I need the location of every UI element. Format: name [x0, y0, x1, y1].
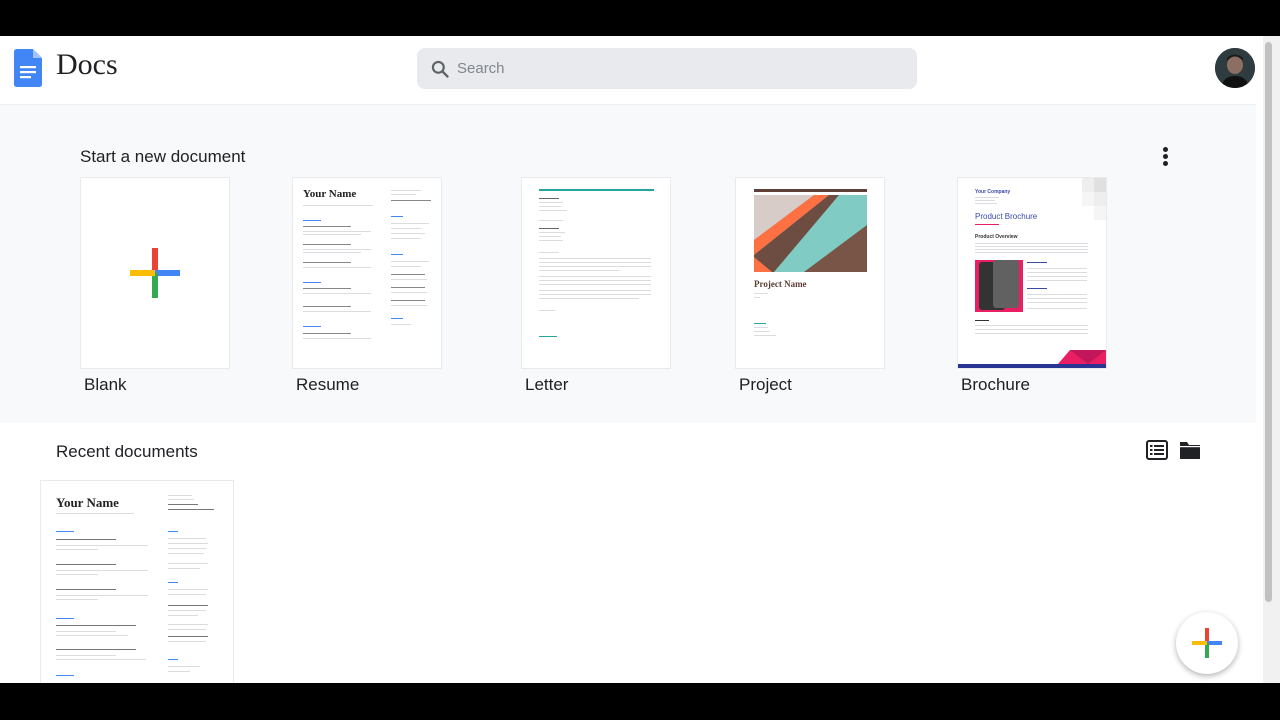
- more-vert-icon[interactable]: [1157, 145, 1173, 169]
- template-letter[interactable]: Letter: [521, 177, 671, 395]
- template-label[interactable]: Brochure: [957, 375, 1107, 395]
- avatar[interactable]: [1215, 48, 1255, 88]
- recent-documents-title: Recent documents: [56, 442, 198, 461]
- project-name: Project Name: [754, 279, 807, 289]
- template-label[interactable]: Letter: [521, 375, 671, 395]
- search-icon[interactable]: [430, 59, 450, 79]
- template-letter-thumbnail[interactable]: [521, 177, 671, 369]
- folder-icon[interactable]: [1179, 440, 1201, 460]
- recent-documents: Recent documents Your Name: [0, 424, 1256, 683]
- search-bar[interactable]: Search: [417, 48, 917, 89]
- template-brochure-thumbnail[interactable]: Your Company Product Brochure Product Ov…: [957, 177, 1107, 369]
- project-cover-art: [754, 195, 867, 272]
- template-label[interactable]: Blank: [80, 375, 230, 395]
- resume-name: Your Name: [303, 188, 357, 200]
- add-icon: [130, 248, 180, 298]
- template-brochure[interactable]: Your Company Product Brochure Product Ov…: [957, 177, 1107, 395]
- app-title[interactable]: Docs: [56, 48, 118, 82]
- template-label[interactable]: Project: [735, 375, 885, 395]
- brochure-overview: Product Overview: [975, 234, 1018, 240]
- brochure-company: Your Company: [975, 189, 1011, 195]
- template-gallery: Start a new document Blank Your Name Res…: [0, 105, 1256, 423]
- new-document-fab[interactable]: [1176, 612, 1238, 674]
- docs-home: Docs Search Start a new document Blank Y…: [0, 36, 1280, 683]
- template-blank[interactable]: Blank: [80, 177, 230, 395]
- template-resume[interactable]: Your Name Resume: [292, 177, 442, 395]
- recent-doc-title: Your Name: [56, 495, 119, 510]
- recent-doc-thumbnail[interactable]: Your Name: [40, 480, 234, 683]
- template-resume-thumbnail[interactable]: Your Name: [292, 177, 442, 369]
- top-bar: Docs Search: [0, 36, 1256, 105]
- brochure-product-image: [975, 260, 1023, 312]
- template-blank-thumbnail[interactable]: [80, 177, 230, 369]
- list-view-icon[interactable]: [1146, 440, 1168, 460]
- scrollbar-thumb[interactable]: [1265, 42, 1272, 602]
- add-icon: [1192, 628, 1222, 658]
- template-label[interactable]: Resume: [292, 375, 442, 395]
- template-gallery-title: Start a new document: [80, 147, 246, 166]
- search-input[interactable]: Search: [457, 60, 505, 77]
- template-project[interactable]: Project Name Project: [735, 177, 885, 395]
- scrollbar[interactable]: [1263, 36, 1280, 683]
- docs-logo-icon[interactable]: [14, 49, 42, 87]
- brochure-title: Product Brochure: [975, 212, 1038, 221]
- template-project-thumbnail[interactable]: Project Name: [735, 177, 885, 369]
